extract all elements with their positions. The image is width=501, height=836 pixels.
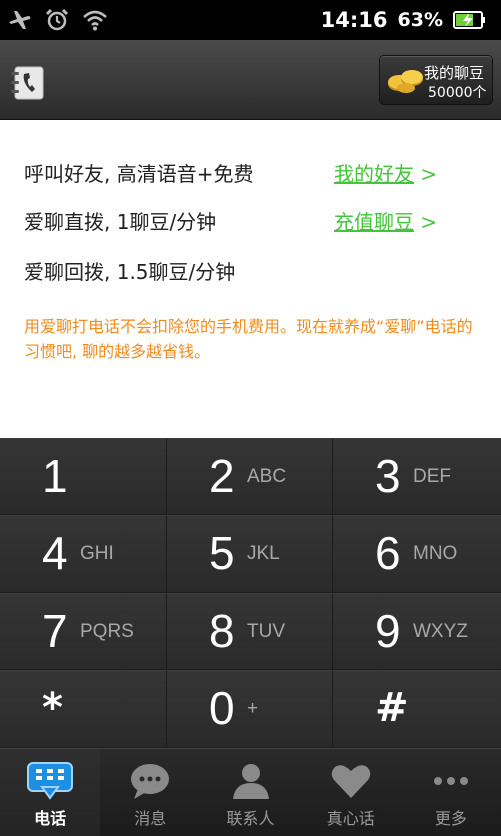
key-letters: + xyxy=(247,698,259,719)
tab-label: 消息 xyxy=(134,809,167,828)
key-letters: TUV xyxy=(247,621,285,642)
my-friends-link[interactable]: 我的好友 > xyxy=(334,158,437,187)
key-letters: MNO xyxy=(413,543,458,564)
tab-messages[interactable]: 消息 xyxy=(100,749,200,836)
contacts-book-icon[interactable] xyxy=(8,63,48,103)
dialpad-icon xyxy=(27,762,74,800)
top-bar: 我的聊豆 50000个 xyxy=(0,40,501,120)
key-letters: WXYZ xyxy=(413,621,468,642)
my-friends-link-label: 我的好友 xyxy=(334,162,414,186)
key-digit: 1 xyxy=(42,450,68,502)
info-line-direct-dial: 爱聊直拨, 1聊豆/分钟 xyxy=(24,210,217,234)
alarm-icon xyxy=(45,8,69,31)
beans-count: 50000个 xyxy=(428,85,487,101)
key-letters: ABC xyxy=(247,466,287,487)
info-line-callback: 爱聊回拨, 1.5聊豆/分钟 xyxy=(24,260,236,284)
key-4[interactable]: 4 GHI xyxy=(0,515,167,593)
info-panel: 呼叫好友, 高清语音+免费 爱聊直拨, 1聊豆/分钟 爱聊回拨, 1.5聊豆/分… xyxy=(0,120,501,438)
airplane-icon xyxy=(9,11,31,29)
notice-text: 用爱聊打电话不会扣除您的手机费用。现在就养成“爱聊”电话的习惯吧, 聊的越多越省… xyxy=(24,317,473,361)
status-icons-right: 14:16 63% xyxy=(321,0,487,40)
key-star[interactable]: * xyxy=(0,670,167,748)
key-digit: 4 xyxy=(42,527,68,579)
key-1[interactable]: 1 xyxy=(0,438,167,515)
key-digit: 0 xyxy=(209,682,235,734)
tab-more[interactable]: 更多 xyxy=(401,749,501,836)
tab-label: 更多 xyxy=(434,809,467,828)
battery-charging-icon xyxy=(453,11,485,29)
wifi-icon xyxy=(83,10,107,31)
key-2[interactable]: 2 ABC xyxy=(167,438,333,515)
key-digit: 8 xyxy=(209,605,235,657)
tab-phone[interactable]: 电话 xyxy=(0,749,101,836)
tab-truth[interactable]: 真心话 xyxy=(301,749,401,836)
chat-bubble-icon xyxy=(131,764,170,799)
key-6[interactable]: 6 MNO xyxy=(333,515,501,593)
coins-icon xyxy=(388,70,423,93)
my-beans-button[interactable]: 我的聊豆 50000个 xyxy=(379,55,493,105)
key-hash[interactable]: # xyxy=(333,670,501,748)
dial-keypad: 1 2 ABC 3 DEF 4 GHI 5 JKL 6 MNO 7 PQRS 8… xyxy=(0,438,501,748)
tab-label: 电话 xyxy=(34,809,67,828)
key-3[interactable]: 3 DEF xyxy=(333,438,501,515)
status-time: 14:16 xyxy=(320,8,388,32)
key-digit: # xyxy=(375,685,409,731)
key-letters: GHI xyxy=(80,543,114,564)
recharge-beans-link-label: 充值聊豆 xyxy=(334,210,414,234)
recharge-beans-link-arrow: > xyxy=(420,210,438,234)
recharge-beans-link[interactable]: 充值聊豆 > xyxy=(334,206,437,235)
bottom-nav: 电话 消息 联系人 真心话 更多 xyxy=(0,748,501,836)
key-digit: 7 xyxy=(42,605,68,657)
beans-title: 我的聊豆 xyxy=(424,64,485,82)
key-digit: * xyxy=(42,685,63,731)
status-icons-left xyxy=(6,7,108,33)
status-bar: 14:16 63% xyxy=(0,0,501,40)
tab-label: 联系人 xyxy=(226,809,275,828)
my-friends-link-arrow: > xyxy=(420,162,438,186)
heart-icon xyxy=(331,765,370,798)
key-digit: 6 xyxy=(375,527,401,579)
key-9[interactable]: 9 WXYZ xyxy=(333,593,501,670)
battery-percent: 63% xyxy=(397,9,443,31)
person-icon xyxy=(232,764,269,799)
info-line-free-call: 呼叫好友, 高清语音+免费 xyxy=(24,162,254,186)
key-digit: 2 xyxy=(209,450,235,502)
key-digit: 9 xyxy=(375,605,401,657)
key-5[interactable]: 5 JKL xyxy=(167,515,333,593)
key-letters: JKL xyxy=(247,543,280,564)
more-dots-icon xyxy=(433,777,468,785)
key-letters: PQRS xyxy=(80,621,134,642)
tab-label: 真心话 xyxy=(326,809,375,828)
key-8[interactable]: 8 TUV xyxy=(167,593,333,670)
key-letters: DEF xyxy=(413,466,451,487)
tab-contacts[interactable]: 联系人 xyxy=(200,749,300,836)
key-7[interactable]: 7 PQRS xyxy=(0,593,167,670)
key-0[interactable]: 0 + xyxy=(167,670,333,748)
key-digit: 5 xyxy=(209,527,235,579)
key-digit: 3 xyxy=(375,450,401,502)
